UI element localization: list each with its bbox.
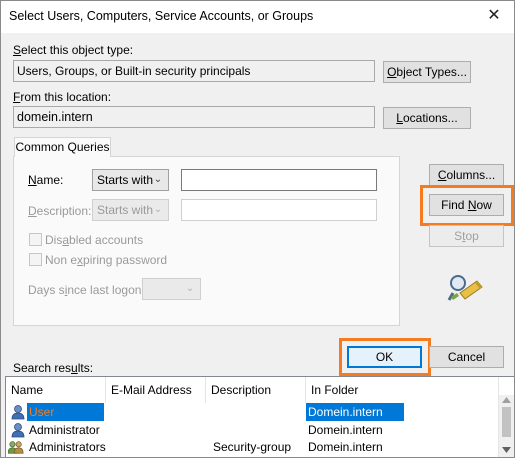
row-name: Administrators bbox=[29, 440, 106, 454]
select-users-dialog: Select Users, Computers, Service Account… bbox=[0, 0, 515, 458]
tab-common-queries[interactable]: Common Queries bbox=[14, 137, 111, 157]
table-row[interactable]: Administrator Domein.intern bbox=[6, 421, 499, 439]
row-name: Administrator bbox=[29, 423, 100, 437]
table-row[interactable]: User Domein.intern bbox=[6, 403, 499, 421]
object-type-field: Users, Groups, or Built-in security prin… bbox=[13, 60, 375, 82]
name-label: Name: bbox=[28, 173, 64, 187]
object-types-button[interactable]: Object Types... bbox=[383, 61, 471, 83]
object-type-label: Select this object type: bbox=[13, 43, 134, 57]
column-header-email[interactable]: E-Mail Address bbox=[106, 377, 206, 403]
non-expiring-label: Non expiring password bbox=[45, 253, 168, 267]
column-header-description[interactable]: Description bbox=[206, 377, 306, 403]
column-header-folder[interactable]: In Folder bbox=[306, 377, 499, 403]
columns-button[interactable]: Columns... bbox=[429, 164, 504, 186]
chevron-down-icon: ⌄ bbox=[153, 204, 163, 215]
name-mode-select[interactable]: Starts with ⌄ bbox=[92, 169, 169, 191]
ok-button[interactable]: OK bbox=[347, 346, 422, 368]
group-icon bbox=[8, 441, 24, 454]
row-folder: Domein.intern bbox=[308, 440, 383, 454]
find-now-button[interactable]: Find Now bbox=[429, 194, 504, 216]
chevron-down-icon: ⌄ bbox=[153, 174, 163, 185]
scrollbar-thumb[interactable] bbox=[502, 407, 511, 437]
scroll-up-icon[interactable] bbox=[502, 397, 511, 403]
scroll-down-icon[interactable] bbox=[502, 447, 511, 453]
non-expiring-checkbox[interactable] bbox=[29, 253, 42, 266]
window-title: Select Users, Computers, Service Account… bbox=[9, 9, 314, 23]
disabled-accounts-checkbox[interactable] bbox=[29, 233, 42, 246]
object-type-label-rest: elect this object type: bbox=[21, 43, 134, 57]
user-icon bbox=[11, 423, 25, 438]
name-mode-value: Starts with bbox=[97, 173, 154, 187]
search-results-list[interactable]: Name E-Mail Address Description In Folde… bbox=[5, 376, 514, 457]
stop-button[interactable]: Stop bbox=[429, 225, 504, 247]
description-label: Description: bbox=[28, 204, 92, 218]
user-icon bbox=[11, 405, 25, 420]
disabled-accounts-label: Disabled accounts bbox=[45, 233, 144, 247]
days-since-logon-select[interactable]: ⌄ bbox=[142, 278, 201, 300]
row-folder: Domein.intern bbox=[306, 403, 404, 421]
row-folder: Domein.intern bbox=[308, 423, 383, 437]
name-input[interactable] bbox=[181, 169, 377, 191]
row-description: Security-group bbox=[213, 440, 292, 454]
description-mode-value: Starts with bbox=[97, 203, 154, 217]
locations-button[interactable]: Locations... bbox=[383, 107, 471, 129]
days-since-logon-label: Days since last logon: bbox=[28, 283, 145, 297]
chevron-down-icon: ⌄ bbox=[185, 283, 195, 294]
close-icon[interactable]: ✕ bbox=[482, 5, 506, 27]
location-label: From this location: bbox=[13, 90, 112, 104]
location-field: domein.intern bbox=[13, 106, 375, 128]
column-header-name[interactable]: Name bbox=[6, 377, 106, 403]
search-results-label: Search results: bbox=[13, 361, 94, 375]
search-flashlight-icon bbox=[447, 275, 483, 301]
table-row[interactable]: Administrators Security-group Domein.int… bbox=[6, 438, 499, 456]
cancel-button[interactable]: Cancel bbox=[429, 346, 504, 368]
description-input[interactable] bbox=[181, 199, 377, 221]
results-scrollbar[interactable] bbox=[498, 395, 514, 457]
row-name: User bbox=[27, 403, 104, 421]
description-mode-select[interactable]: Starts with ⌄ bbox=[92, 199, 169, 221]
title-bar: Select Users, Computers, Service Account… bbox=[1, 1, 514, 33]
